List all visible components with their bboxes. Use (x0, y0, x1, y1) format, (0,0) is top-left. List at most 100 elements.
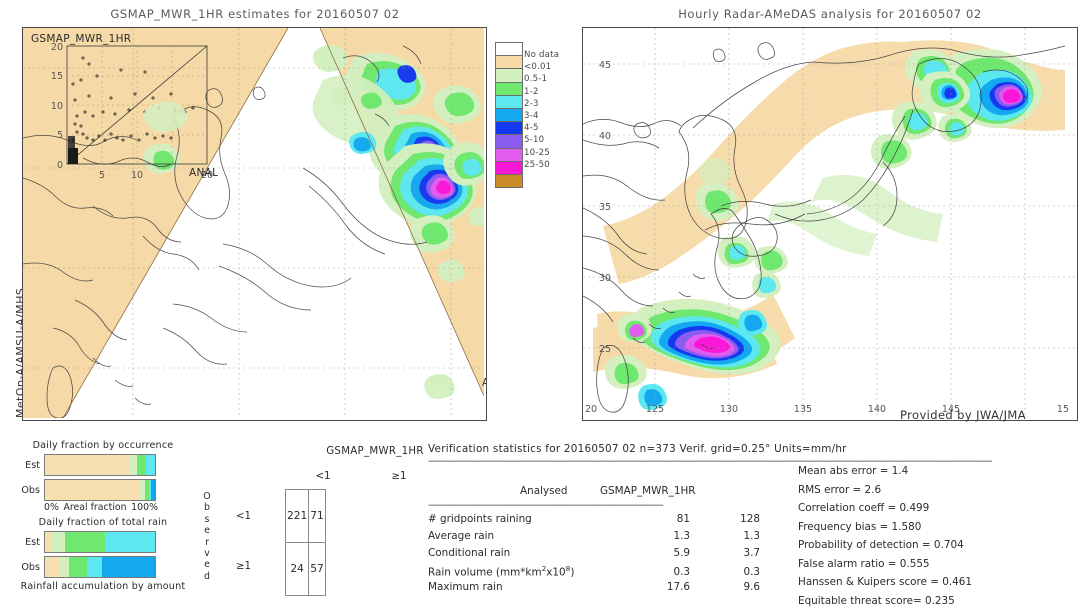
bar-segment-1 (129, 455, 138, 475)
verification-scores: Mean abs error = 1.4RMS error = 2.6Corre… (798, 465, 1078, 613)
contingency-row-header-1: ≥1 (236, 561, 251, 572)
bar-chart-1: Daily fraction of total rain Est Obs Rainfa… (8, 517, 198, 592)
bar-row-label: Obs (8, 485, 40, 496)
bar-row-label: Est (8, 460, 40, 471)
verification-score-7: Equitable threat score= 0.235 (798, 595, 1078, 613)
verification-col-model: GSMAP_MWR_1HR (600, 485, 695, 497)
verification-value-analysed: 17.6 (628, 581, 690, 593)
bar-chart-row-1: Obs (8, 556, 198, 578)
verification-score-2: Correlation coeff = 0.499 (798, 502, 1078, 521)
contingency-row-axis-label: Observed (200, 491, 214, 582)
bar-segment-2 (65, 532, 106, 552)
colorbar-label-3: 1-2 (524, 87, 559, 99)
svg-text:140: 140 (868, 404, 886, 415)
verification-row-label: # gridpoints raining (428, 513, 628, 525)
bar-chart-title-0: Daily fraction by occurrence (8, 440, 198, 451)
colorbar-swatches (495, 42, 523, 188)
svg-text:15: 15 (1057, 404, 1069, 415)
stacked-bar (44, 531, 156, 553)
colorbar-band-9 (495, 161, 523, 174)
bar-segment-2 (69, 557, 87, 577)
colorbar-labels: No data<0.010.5-11-22-33-44-55-1010-2525… (524, 50, 559, 184)
contingency-col-header-1: ≥1 (361, 471, 437, 482)
left-panel-title: GSMAP_MWR_1HR estimates for 20160507 02 (30, 7, 480, 21)
contingency-row-header-0: <1 (236, 511, 251, 522)
colorbar-label-0: No data (524, 50, 559, 62)
colorbar-band-7 (495, 134, 523, 147)
colorbar-band-6 (495, 121, 523, 134)
table-cell: 24 (286, 543, 309, 596)
svg-text:130: 130 (720, 404, 738, 415)
verification-row-label: Conditional rain (428, 547, 628, 559)
verification-header: Verification statistics for 20160507 02 … (428, 443, 1076, 455)
verification-row-label: Maximum rain (428, 581, 628, 593)
verification-row: Conditional rain5.93.7 (428, 547, 778, 564)
colorbar-band-1 (495, 55, 523, 68)
table-cell: 71 (309, 490, 325, 543)
bar-segment-3 (146, 455, 155, 475)
bar-chart-row-0: Est (8, 454, 198, 476)
bar-segment-0 (45, 455, 129, 475)
svg-text:40: 40 (599, 131, 611, 142)
bar-segment-1 (59, 557, 69, 577)
colorbar-band-2 (495, 68, 523, 81)
bar-segment-2 (137, 455, 146, 475)
bar-chart-bottom-label-1: Rainfall accumulation by amount (8, 581, 198, 592)
colorbar-band-4 (495, 95, 523, 108)
colorbar-band-0 (495, 42, 523, 55)
svg-text:15: 15 (51, 71, 63, 82)
bar-axis-label-2: 100% (131, 502, 158, 513)
bar-segment-4 (102, 557, 155, 577)
verification-value-analysed: 0.3 (628, 566, 690, 578)
table-row: 24 57 (286, 543, 326, 596)
right-panel-title: Hourly Radar-AMeDAS analysis for 2016050… (595, 7, 1065, 21)
bar-segment-0 (45, 557, 59, 577)
svg-text:10: 10 (51, 101, 63, 112)
radar-amedas-map[interactable]: 45 40 35 30 25 20 125 130 135 140 145 15 (582, 27, 1078, 421)
verification-row-label: Average rain (428, 530, 628, 542)
amsr2-swath-label: AMSR2 (482, 377, 487, 389)
bar-row-label: Est (8, 537, 40, 548)
stacked-bar (44, 556, 156, 578)
verification-col-analysed: Analysed (520, 485, 568, 497)
satellite-estimate-map[interactable]: 0 5 10 15 20 5 10 20 GSMAP_MWR_1HR ANAL … (22, 27, 487, 421)
table-cell: 221 (286, 490, 309, 543)
verification-row-label: Rain volume (mm*km2x108) (428, 564, 628, 578)
colorbar-band-10 (495, 174, 523, 188)
colorbar (495, 42, 523, 188)
bar-axis-label-1: Areal fraction (63, 502, 126, 513)
colorbar-label-6: 4-5 (524, 123, 559, 135)
verification-score-3: Frequency bias = 1.580 (798, 521, 1078, 540)
colorbar-label-4: 2-3 (524, 99, 559, 111)
verification-value-model: 9.6 (690, 581, 760, 593)
verification-score-6: Hanssen & Kuipers score = 0.461 (798, 576, 1078, 595)
bar-segment-0 (45, 480, 139, 500)
verification-value-model: 1.3 (690, 530, 760, 542)
bar-segment-1 (139, 480, 146, 500)
figure-root: GSMAP_MWR_1HR estimates for 20160507 02 … (0, 0, 1080, 612)
bar-axis-label-0: 0% (44, 502, 59, 513)
contingency-table: 221 71 24 57 (285, 489, 326, 596)
colorbar-label-8: 10-25 (524, 148, 559, 160)
left-map-corner-label: GSMAP_MWR_1HR (31, 33, 131, 45)
bar-chart-title-1: Daily fraction of total rain (8, 517, 198, 528)
svg-text:10: 10 (131, 170, 143, 181)
bar-segment-4 (151, 480, 155, 500)
svg-text:135: 135 (794, 404, 812, 415)
svg-text:5: 5 (57, 130, 63, 141)
verification-value-analysed: 1.3 (628, 530, 690, 542)
colorbar-label-7: 5-10 (524, 135, 559, 147)
verification-rows: # gridpoints raining81128Average rain1.3… (428, 513, 778, 598)
bar-segment-3 (105, 532, 155, 552)
bar-chart-row-0: Est (8, 531, 198, 553)
svg-text:35: 35 (599, 202, 611, 213)
verification-value-analysed: 81 (628, 513, 690, 525)
stacked-bar (44, 454, 156, 476)
svg-text:25: 25 (599, 344, 611, 355)
verification-value-model: 0.3 (690, 566, 760, 578)
bar-row-label: Obs (8, 562, 40, 573)
stacked-bar (44, 479, 156, 501)
bar-chart-row-1: Obs (8, 479, 198, 501)
colorbar-label-5: 3-4 (524, 111, 559, 123)
colorbar-label-9: 25-50 (524, 160, 559, 172)
